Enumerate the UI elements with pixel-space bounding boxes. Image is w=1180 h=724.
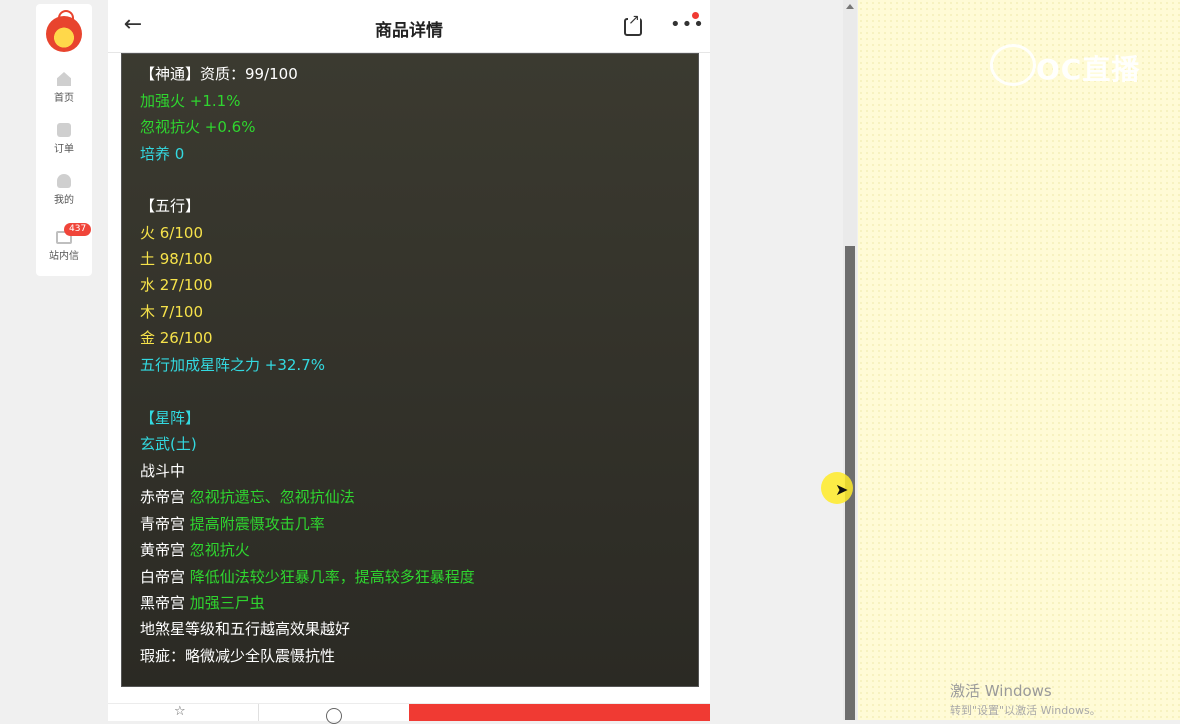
palace-effect: 忽视抗火 xyxy=(189,541,250,559)
attr-line: 金 26/100 xyxy=(140,329,213,347)
product-detail-page: ← 商品详情 ••• 【神通】资质：99/100 加强火 +1.1% 忽视抗火 … xyxy=(108,0,710,724)
more-options-icon[interactable]: ••• xyxy=(670,14,705,35)
palace-label: 赤帝宫 xyxy=(140,488,186,506)
palace-label: 白帝宫 xyxy=(140,568,186,586)
nav-item-label: 我的 xyxy=(54,195,74,206)
nav-item-label: 订单 xyxy=(54,144,74,155)
windows-activation-title: 激活 Windows xyxy=(950,682,1052,700)
section-heading: 【星阵】 xyxy=(140,409,201,427)
palace-label: 青帝宫 xyxy=(140,515,186,533)
home-icon xyxy=(57,72,71,86)
attr-line: 忽视抗火 +0.6% xyxy=(140,118,256,136)
scroll-up-arrow-icon[interactable] xyxy=(846,4,854,9)
order-icon xyxy=(57,123,71,137)
unread-badge: 437 xyxy=(64,223,92,236)
bottom-action-bar: ☆ xyxy=(108,703,710,724)
nav-item-orders[interactable]: 订单 xyxy=(36,123,92,155)
section-heading: 【五行】 xyxy=(140,197,201,215)
user-icon xyxy=(57,174,71,188)
buy-button[interactable] xyxy=(409,704,710,721)
watermark-logo-icon xyxy=(990,44,1036,86)
nav-item-home[interactable]: 首页 xyxy=(36,72,92,104)
attr-line: 瑕疵：略微减少全队震慑抗性 xyxy=(140,647,336,665)
desktop-background xyxy=(858,0,1180,720)
left-nav-rail: 首页 订单 我的 437 站内信 xyxy=(36,4,92,276)
divider xyxy=(258,704,259,721)
notification-dot xyxy=(692,12,699,19)
watermark-text: OC直播 xyxy=(1036,53,1141,86)
attr-line: 火 6/100 xyxy=(140,224,203,242)
windows-activation-hint: 转到"设置"以激活 Windows。 xyxy=(950,704,1101,717)
nav-item-label: 首页 xyxy=(54,93,74,104)
attr-line: 五行加成星阵之力 +32.7% xyxy=(140,356,325,374)
nav-item-mine[interactable]: 我的 xyxy=(36,174,92,206)
favorite-icon[interactable]: ☆ xyxy=(174,705,186,719)
top-bar: ← 商品详情 ••• xyxy=(108,0,710,53)
nav-item-messages[interactable]: 437 站内信 xyxy=(36,223,92,262)
nav-item-label: 站内信 xyxy=(49,251,79,262)
palace-line: 赤帝宫 忽视抗遗忘、忽视抗仙法 xyxy=(140,487,355,507)
share-icon[interactable] xyxy=(624,13,642,36)
app-logo[interactable] xyxy=(46,10,82,52)
palace-effect: 降低仙法较少狂暴几率，提高较多狂暴程度 xyxy=(189,568,475,586)
attr-line: 水 27/100 xyxy=(140,276,213,294)
palace-label: 黑帝宫 xyxy=(140,594,186,612)
palace-effect: 提高附震慑攻击几率 xyxy=(189,515,325,533)
attr-line: 土 98/100 xyxy=(140,250,213,268)
item-attributes-panel: 【神通】资质：99/100 加强火 +1.1% 忽视抗火 +0.6% 培养 0 … xyxy=(121,53,699,687)
attr-line: 地煞星等级和五行越高效果越好 xyxy=(140,620,351,638)
page-title: 商品详情 xyxy=(375,21,443,41)
palace-line: 青帝宫 提高附震慑攻击几率 xyxy=(140,514,325,534)
attr-line: 【神通】资质：99/100 xyxy=(140,65,298,83)
palace-label: 黄帝宫 xyxy=(140,541,186,559)
palace-effect: 忽视抗遗忘、忽视抗仙法 xyxy=(189,488,355,506)
attr-line: 木 7/100 xyxy=(140,303,203,321)
palace-line: 黑帝宫 加强三尸虫 xyxy=(140,593,265,613)
palace-line: 白帝宫 降低仙法较少狂暴几率，提高较多狂暴程度 xyxy=(140,567,475,587)
attr-line: 战斗中 xyxy=(140,462,186,480)
attr-line: 玄武(土) xyxy=(140,435,197,453)
palace-effect: 加强三尸虫 xyxy=(189,594,265,612)
attr-line: 加强火 +1.1% xyxy=(140,92,241,110)
attr-line: 培养 0 xyxy=(140,145,185,163)
palace-line: 黄帝宫 忽视抗火 xyxy=(140,540,250,560)
service-icon[interactable] xyxy=(326,708,342,724)
mouse-cursor-icon: ➤ xyxy=(835,480,849,499)
